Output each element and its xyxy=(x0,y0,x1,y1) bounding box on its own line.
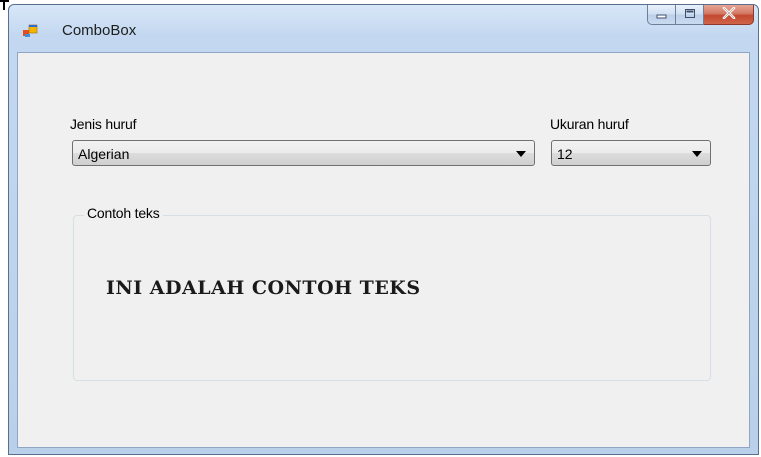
font-combobox-value: Algerian xyxy=(78,146,130,162)
chevron-down-icon[interactable] xyxy=(516,151,526,157)
title-bar[interactable]: ComboBox xyxy=(9,5,758,51)
chevron-down-icon[interactable] xyxy=(692,151,702,157)
minimize-icon xyxy=(656,6,668,24)
window-title: ComboBox xyxy=(62,22,137,39)
close-icon xyxy=(722,6,736,24)
groupbox-title: Contoh teks xyxy=(84,205,163,221)
size-combobox-value: 12 xyxy=(557,146,573,162)
size-combobox[interactable]: 12 xyxy=(551,140,711,166)
size-label: Ukuran huruf xyxy=(550,116,629,132)
close-button[interactable] xyxy=(704,5,754,25)
font-combobox[interactable]: Algerian xyxy=(72,140,535,166)
windows-form-icon[interactable] xyxy=(22,23,38,39)
form-client-area: Jenis huruf Algerian Ukuran huruf 12 Con… xyxy=(17,52,750,448)
maximize-icon xyxy=(684,6,696,24)
font-label: Jenis huruf xyxy=(70,116,137,132)
maximize-button[interactable] xyxy=(676,5,704,25)
minimize-button[interactable] xyxy=(647,5,676,25)
caption-buttons xyxy=(647,5,754,27)
sample-text: INI ADALAH CONTOH TEKS xyxy=(106,277,421,299)
combobox-window: ComboBox Jenis huruf Algerian Ukuran hur… xyxy=(8,4,759,455)
